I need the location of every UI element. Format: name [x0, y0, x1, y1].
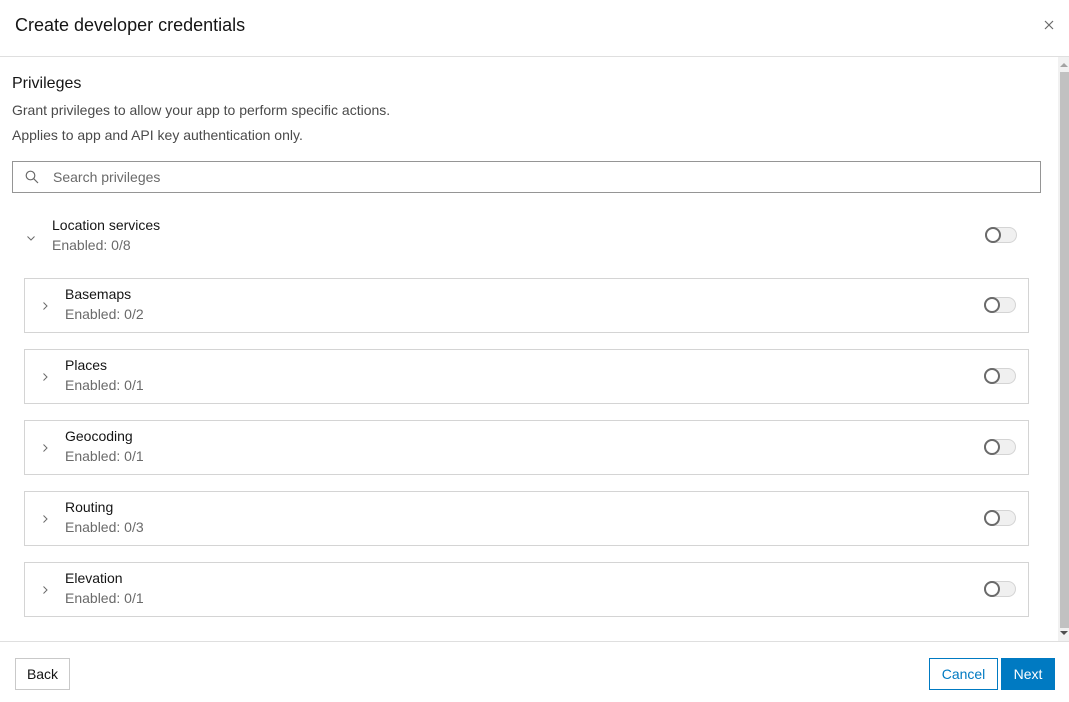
- privilege-card-geocoding: Geocoding Enabled: 0/1: [24, 420, 1029, 475]
- expand-button[interactable]: [39, 583, 51, 595]
- privilege-toggle-switch[interactable]: [984, 368, 1016, 384]
- privilege-name: Places: [65, 357, 108, 373]
- privilege-card-basemaps: Basemaps Enabled: 0/2: [24, 278, 1029, 333]
- privilege-name: Basemaps: [65, 286, 132, 302]
- expand-button[interactable]: [39, 370, 51, 382]
- privilege-toggle-switch[interactable]: [984, 439, 1016, 455]
- chevron-right-icon: [43, 444, 48, 452]
- privilege-status: Enabled: 0/3: [65, 519, 144, 535]
- toggle-knob: [984, 439, 1000, 455]
- section-title: Privileges: [12, 75, 82, 92]
- dialog-header: Create developer credentials: [0, 0, 1069, 57]
- expand-button[interactable]: [39, 299, 51, 311]
- scroll-down-arrow-icon[interactable]: [1060, 631, 1068, 635]
- privilege-name: Geocoding: [65, 428, 133, 444]
- chevron-down-icon: [27, 236, 35, 241]
- privilege-group-location-services: Location services Enabled: 0/8: [12, 212, 1041, 262]
- close-button[interactable]: [1041, 17, 1057, 33]
- toggle-knob: [985, 227, 1001, 243]
- search-input[interactable]: [53, 162, 1033, 192]
- expand-button[interactable]: [39, 441, 51, 453]
- scroll-thumb[interactable]: [1060, 72, 1069, 628]
- privilege-card-routing: Routing Enabled: 0/3: [24, 491, 1029, 546]
- group-status: Enabled: 0/8: [52, 237, 131, 253]
- search-icon: [25, 170, 39, 184]
- group-toggle-switch[interactable]: [985, 227, 1017, 243]
- dialog-footer: Back Cancel Next: [0, 641, 1069, 702]
- toggle-knob: [984, 297, 1000, 313]
- chevron-right-icon: [43, 373, 48, 381]
- toggle-knob: [984, 368, 1000, 384]
- scroll-up-arrow-icon[interactable]: [1060, 63, 1068, 67]
- section-description: Grant privileges to allow your app to pe…: [12, 102, 391, 118]
- privilege-toggle-switch[interactable]: [984, 581, 1016, 597]
- toggle-knob: [984, 581, 1000, 597]
- toggle-knob: [984, 510, 1000, 526]
- cancel-button[interactable]: Cancel: [929, 658, 998, 690]
- next-button[interactable]: Next: [1001, 658, 1055, 690]
- chevron-right-icon: [43, 515, 48, 523]
- privilege-status: Enabled: 0/1: [65, 590, 144, 606]
- back-button[interactable]: Back: [15, 658, 70, 690]
- group-name: Location services: [52, 217, 161, 233]
- chevron-right-icon: [43, 302, 48, 310]
- close-icon: [1044, 20, 1054, 30]
- privilege-card-places: Places Enabled: 0/1: [24, 349, 1029, 404]
- search-field[interactable]: [12, 161, 1041, 193]
- privilege-status: Enabled: 0/1: [65, 448, 144, 464]
- privilege-card-elevation: Elevation Enabled: 0/1: [24, 562, 1029, 617]
- chevron-right-icon: [43, 586, 48, 594]
- privilege-name: Elevation: [65, 570, 123, 586]
- vertical-scrollbar[interactable]: [1058, 57, 1069, 641]
- privilege-toggle-switch[interactable]: [984, 510, 1016, 526]
- dialog-title: Create developer credentials: [15, 15, 246, 35]
- privilege-toggle-switch[interactable]: [984, 297, 1016, 313]
- privilege-name: Routing: [65, 499, 114, 515]
- dialog-content: Privileges Grant privileges to allow you…: [0, 57, 1058, 641]
- privilege-status: Enabled: 0/2: [65, 306, 144, 322]
- expand-toggle[interactable]: [25, 231, 37, 243]
- expand-button[interactable]: [39, 512, 51, 524]
- privilege-status: Enabled: 0/1: [65, 377, 144, 393]
- section-note: Applies to app and API key authenticatio…: [12, 127, 303, 143]
